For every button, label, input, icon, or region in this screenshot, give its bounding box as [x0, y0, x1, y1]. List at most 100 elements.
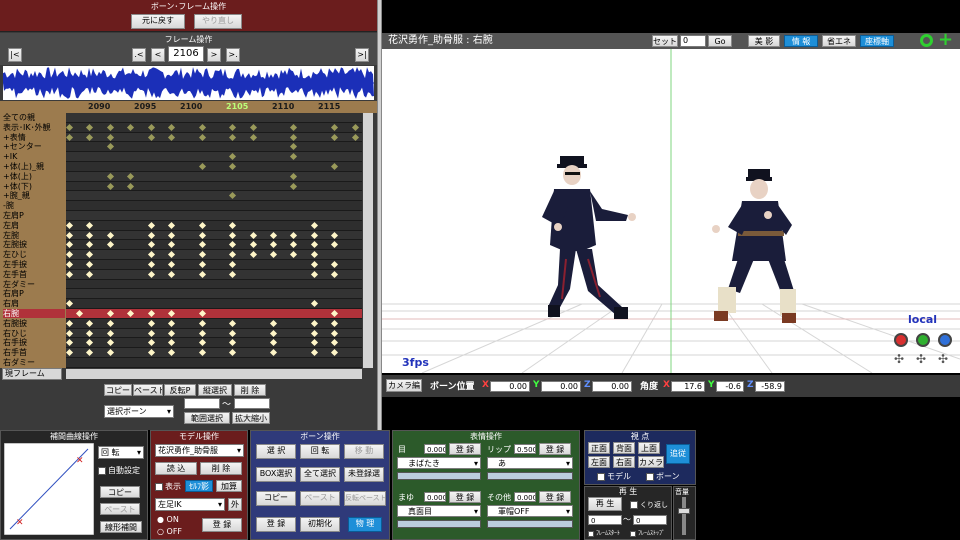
- angle-y-input[interactable]: -0.6: [716, 381, 744, 392]
- eye-value-input[interactable]: 0.000: [424, 444, 446, 454]
- follow-button[interactable]: 追従: [666, 444, 690, 464]
- other-slider[interactable]: [487, 520, 573, 528]
- prev-frame-button[interactable]: <: [151, 48, 165, 62]
- bone-move-button[interactable]: 移 動: [344, 444, 384, 459]
- view-left-button[interactable]: 左面: [588, 456, 610, 468]
- interp-curve-editor[interactable]: ✕ ✕: [4, 443, 94, 535]
- rotate-x-icon[interactable]: [894, 333, 908, 347]
- undo-button[interactable]: 元に戻す: [131, 14, 185, 29]
- bone-row-label[interactable]: 右腕: [3, 309, 65, 318]
- view-bone-checkbox[interactable]: ボーン: [646, 471, 680, 482]
- on-radio[interactable]: ● ON: [157, 515, 179, 524]
- bone-row-label[interactable]: +表情: [3, 133, 65, 142]
- bone-row-label[interactable]: +体(下): [3, 182, 65, 191]
- play-to-input[interactable]: 0: [633, 515, 667, 525]
- zoom-icon[interactable]: [920, 34, 933, 47]
- rotate-z-icon[interactable]: [938, 333, 952, 347]
- bone-row-label[interactable]: 右ひじ: [3, 329, 65, 338]
- timeline-row[interactable]: [66, 289, 362, 300]
- timeline-row[interactable]: [66, 279, 362, 290]
- bone-paste-button[interactable]: ペースト: [300, 491, 340, 506]
- model-register-button[interactable]: 登 録: [202, 518, 242, 532]
- pos-z-input[interactable]: 0.00: [592, 381, 632, 392]
- move-x-icon[interactable]: ✣: [894, 353, 908, 365]
- horizontal-scrollbar[interactable]: [66, 369, 362, 379]
- last-frame-button[interactable]: >|: [355, 48, 369, 62]
- bone-copy-button[interactable]: コピー: [256, 491, 296, 506]
- view-back-button[interactable]: 背面: [613, 442, 635, 454]
- eye-register-button[interactable]: 登 録: [449, 443, 481, 455]
- timeline-row[interactable]: [66, 201, 362, 211]
- paste-frame-button[interactable]: ペースト: [133, 384, 163, 396]
- display-checkbox[interactable]: 表示: [155, 481, 181, 492]
- lip-value-input[interactable]: 0.500: [514, 444, 536, 454]
- camera-edit-button[interactable]: カメラ編: [386, 379, 422, 392]
- select-all-button[interactable]: 全て選択: [300, 467, 340, 482]
- lip-morph-dropdown[interactable]: あ: [487, 457, 573, 469]
- reverse-paste-bone-button[interactable]: 反転ペースト: [344, 491, 386, 506]
- brow-value-input[interactable]: 0.000: [424, 492, 446, 502]
- move-y-icon[interactable]: ✣: [916, 353, 930, 365]
- bone-row-label[interactable]: +体(上): [3, 172, 65, 181]
- bone-row-label[interactable]: +体(上)_親: [3, 162, 65, 171]
- pos-x-input[interactable]: 0.00: [490, 381, 530, 392]
- timeline-scrollbar[interactable]: [363, 113, 373, 368]
- audio-waveform[interactable]: [3, 66, 374, 100]
- loop-checkbox[interactable]: くり返し: [630, 500, 668, 510]
- eye-slider[interactable]: [397, 472, 481, 480]
- brow-slider[interactable]: [397, 520, 481, 528]
- local-label[interactable]: local: [908, 313, 937, 326]
- add-synth-button[interactable]: 加算: [216, 480, 242, 492]
- frame-stop-checkbox[interactable]: ﾌﾚｰﾑｽﾄｯﾌﾟ: [630, 528, 665, 537]
- bone-row-label[interactable]: 全ての親: [3, 113, 65, 122]
- keyframe-grid[interactable]: [66, 113, 362, 368]
- angle-z-input[interactable]: -58.9: [755, 381, 785, 392]
- unregistered-select-button[interactable]: 未登録選: [344, 467, 384, 482]
- brow-register-button[interactable]: 登 録: [449, 491, 481, 503]
- lip-register-button[interactable]: 登 録: [539, 443, 571, 455]
- bone-select-button[interactable]: 選 択: [256, 444, 296, 459]
- bone-row-label[interactable]: 左ひじ: [3, 250, 65, 259]
- bone-dropdown[interactable]: 左足IK: [155, 498, 225, 511]
- play-button[interactable]: 再 生: [588, 497, 622, 511]
- timeline-row[interactable]: [66, 358, 362, 368]
- timeline-row[interactable]: [66, 191, 362, 202]
- angle-x-input[interactable]: 17.6: [671, 381, 705, 392]
- bone-row-label[interactable]: +センター: [3, 142, 65, 151]
- view-front-button[interactable]: 正面: [588, 442, 610, 454]
- bone-row-label[interactable]: 左肩P: [3, 211, 65, 220]
- bone-rotate-button[interactable]: 回 転: [300, 444, 340, 459]
- timeline-row[interactable]: [66, 299, 362, 309]
- timeline-row[interactable]: [66, 152, 362, 162]
- copy-frame-button[interactable]: コピー: [104, 384, 132, 396]
- timeline-row[interactable]: [66, 250, 362, 260]
- scale-button[interactable]: 拡大縮小: [232, 412, 270, 424]
- timeline-row[interactable]: [66, 211, 362, 221]
- lip-slider[interactable]: [487, 472, 573, 480]
- bone-row-label[interactable]: 左ダミー: [3, 280, 65, 289]
- interp-paste-button[interactable]: ペースト: [100, 503, 140, 515]
- range-select-button[interactable]: 範囲選択: [184, 412, 230, 424]
- bone-row-label[interactable]: 左腕捩: [3, 240, 65, 249]
- range-from-input[interactable]: [184, 398, 220, 409]
- bone-row-label[interactable]: 左手首: [3, 270, 65, 279]
- first-frame-button[interactable]: |<: [8, 48, 22, 62]
- view-top-button[interactable]: 上面: [638, 442, 660, 454]
- bone-row-label[interactable]: 右ダミー: [3, 358, 65, 367]
- bone-row-label[interactable]: 右手捩: [3, 338, 65, 347]
- interp-copy-button[interactable]: コピー: [100, 486, 140, 498]
- model-load-button[interactable]: 読 込: [155, 462, 197, 475]
- info-button[interactable]: 情 報: [784, 35, 818, 47]
- volume-knob[interactable]: [678, 508, 690, 514]
- next-frame-button[interactable]: >: [207, 48, 221, 62]
- other-value-input[interactable]: 0.000: [514, 492, 536, 502]
- go-button[interactable]: Go: [708, 35, 732, 47]
- shadow-button[interactable]: 美 影: [748, 35, 780, 47]
- bone-register-button[interactable]: 登 録: [256, 517, 296, 532]
- pos-y-input[interactable]: 0.00: [541, 381, 581, 392]
- bone-row-label[interactable]: 右腕捩: [3, 319, 65, 328]
- redo-button[interactable]: やり直し: [194, 14, 242, 29]
- volume-slider[interactable]: [682, 497, 686, 535]
- bone-row-label[interactable]: 右肩P: [3, 289, 65, 298]
- interp-type-dropdown[interactable]: 回 転: [98, 446, 144, 459]
